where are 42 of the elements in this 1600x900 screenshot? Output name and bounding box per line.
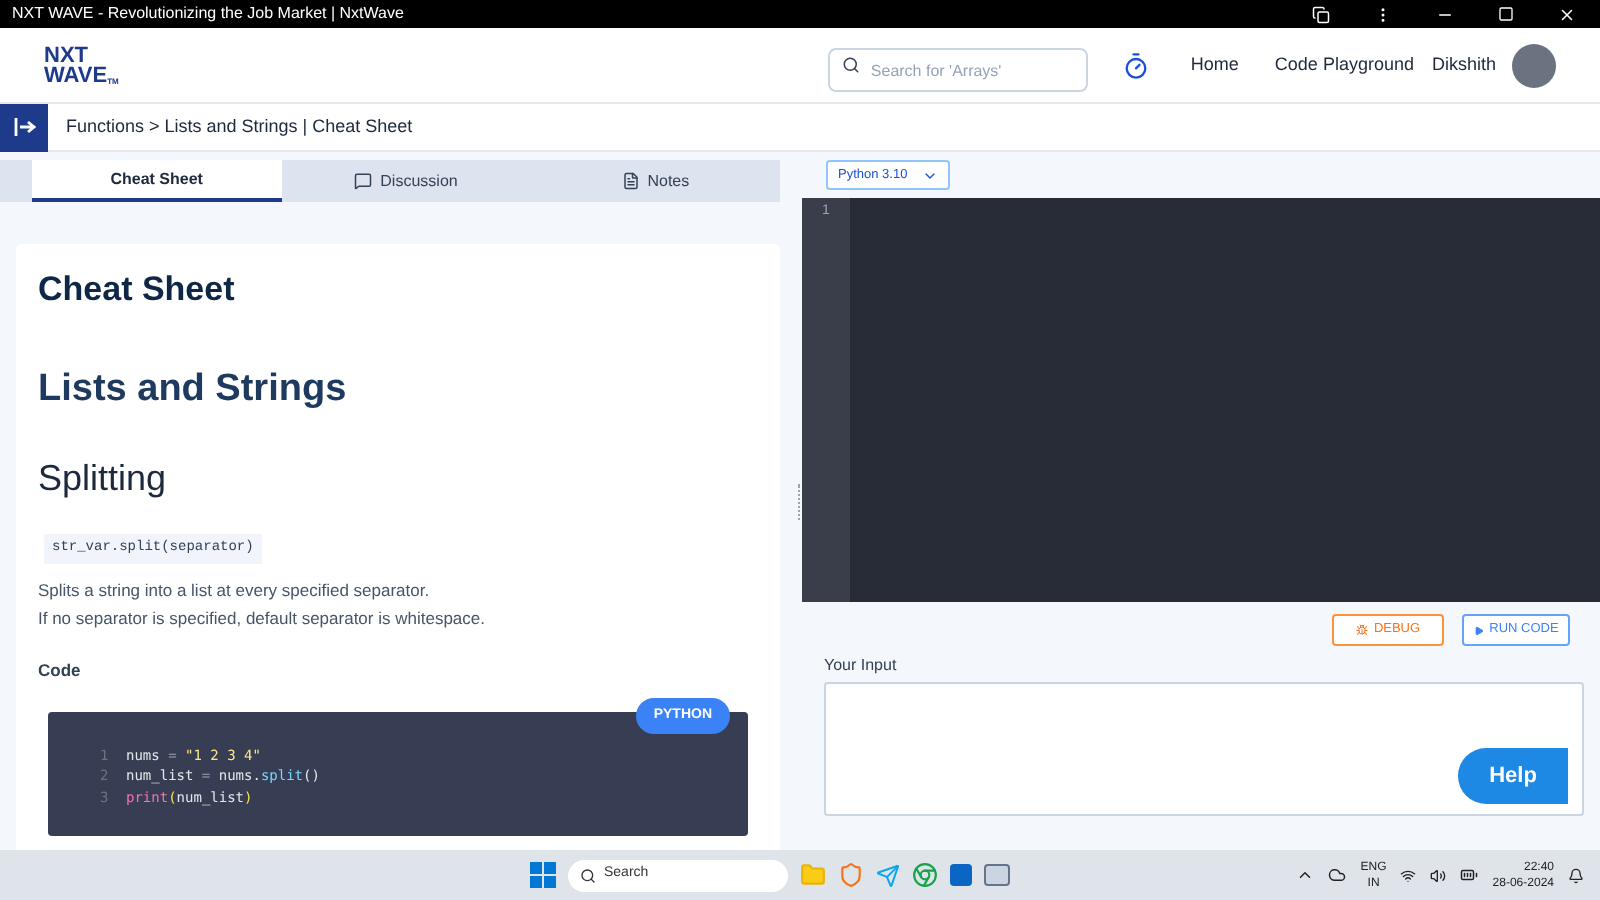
tab[interactable]: Cheat Sheet bbox=[32, 160, 282, 202]
user-name[interactable]: Dikshith bbox=[1431, 51, 1496, 79]
panel-toggle-icon bbox=[13, 118, 35, 136]
cloud-icon[interactable] bbox=[1328, 866, 1347, 884]
bug-icon bbox=[1355, 624, 1368, 636]
bell-icon[interactable] bbox=[1568, 867, 1584, 883]
wifi-icon[interactable] bbox=[1400, 867, 1417, 883]
resize-handle[interactable] bbox=[798, 483, 800, 519]
tab[interactable]: Discussion bbox=[281, 160, 531, 202]
maximize-icon[interactable] bbox=[1498, 6, 1514, 22]
timer-icon[interactable] bbox=[1122, 51, 1151, 79]
description-text: If no separator is specified, default separator is whitespace. bbox=[38, 606, 487, 632]
search-field[interactable]: Search for 'Arrays' bbox=[828, 48, 1089, 92]
section-heading: Lists and Strings bbox=[38, 365, 349, 413]
input-field[interactable] bbox=[824, 682, 1584, 816]
sidebar-toggle-button[interactable] bbox=[0, 103, 48, 151]
notes-icon bbox=[621, 172, 640, 190]
play-icon bbox=[1473, 625, 1484, 635]
code-label: Code bbox=[38, 658, 83, 684]
browser-icon[interactable] bbox=[912, 862, 938, 888]
search-icon bbox=[580, 867, 596, 883]
avatar[interactable] bbox=[1512, 43, 1556, 87]
search-icon bbox=[842, 56, 861, 74]
app-tile-icon[interactable] bbox=[950, 864, 972, 886]
nav-link[interactable]: Code Playground bbox=[1274, 51, 1414, 79]
help-button[interactable]: Help bbox=[1458, 748, 1568, 804]
battery-icon[interactable] bbox=[1460, 866, 1479, 884]
app-window-icon[interactable] bbox=[984, 864, 1010, 886]
nav-link[interactable]: Home bbox=[1190, 51, 1239, 79]
tab[interactable]: Notes bbox=[530, 160, 781, 202]
input-label: Your Input bbox=[824, 654, 899, 678]
breadcrumb: Functions > Lists and Strings | Cheat Sheet bbox=[66, 113, 413, 140]
windows-logo-icon[interactable] bbox=[530, 862, 556, 888]
extension-icon[interactable] bbox=[1312, 5, 1330, 23]
chat-icon bbox=[354, 172, 373, 190]
volume-icon[interactable] bbox=[1430, 867, 1447, 883]
close-icon[interactable] bbox=[1558, 5, 1576, 23]
page-title: Cheat Sheet bbox=[38, 268, 237, 312]
chevron-icon[interactable] bbox=[1296, 866, 1315, 884]
window-title: NXT WAVE - Revolutionizing the Job Market | NxtWave bbox=[12, 2, 404, 26]
subsection-heading: Splitting bbox=[38, 456, 169, 502]
description-text: Splits a string into a list at every specified separator. bbox=[38, 578, 432, 604]
